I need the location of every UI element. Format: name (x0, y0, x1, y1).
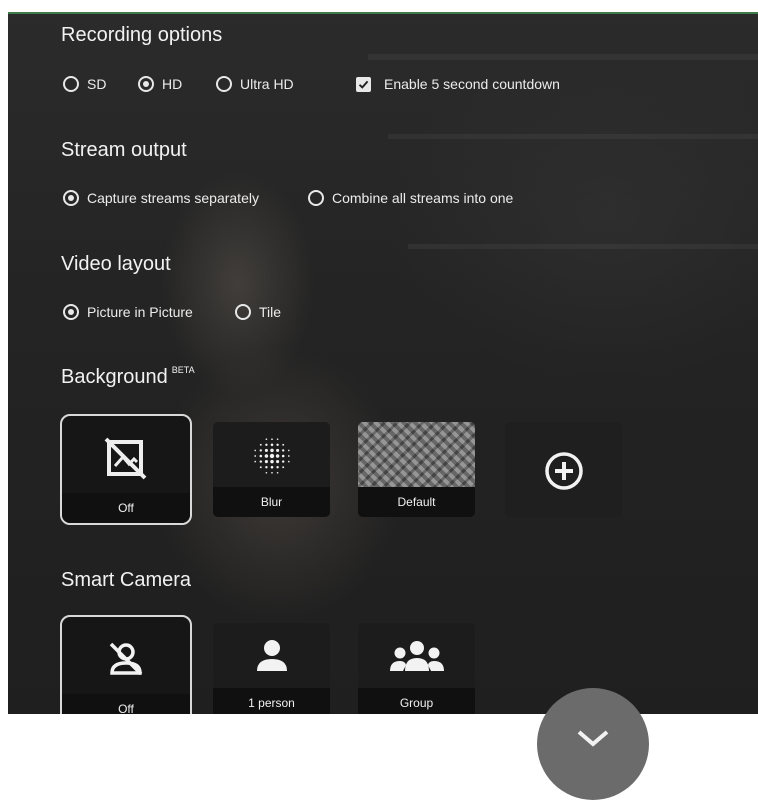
quality-ultra-hd-label: Ultra HD (240, 76, 294, 92)
blur-dots-icon (213, 434, 330, 478)
smart-camera-group-label: Group (358, 688, 475, 716)
smart-camera-group-tile[interactable]: Group (358, 623, 475, 716)
picture-in-picture-radio[interactable]: Picture in Picture (63, 304, 193, 320)
radio-off-icon (216, 76, 232, 92)
combine-streams-label: Combine all streams into one (332, 190, 514, 206)
radio-on-icon (63, 190, 79, 206)
background-shelf (388, 134, 758, 139)
beta-badge: BETA (171, 365, 195, 376)
group-icon (358, 639, 475, 675)
settings-panel: Recording options SD HD Ultra HD Enable … (8, 12, 758, 716)
person-icon (213, 637, 330, 677)
checkmark-icon (356, 76, 371, 92)
countdown-checkbox[interactable]: Enable 5 second countdown (356, 76, 560, 92)
background-shelf (408, 244, 758, 249)
quality-hd-radio[interactable]: HD (138, 76, 182, 92)
default-pattern-thumbnail (358, 422, 475, 487)
radio-off-icon (63, 76, 79, 92)
background-blur-tile[interactable]: Blur (213, 422, 330, 517)
stream-output-heading: Stream output (61, 139, 187, 161)
tile-layout-radio[interactable]: Tile (235, 304, 281, 320)
smart-camera-off-label: Off (62, 694, 190, 716)
add-background-tile[interactable] (505, 422, 622, 517)
radio-off-icon (235, 304, 251, 320)
capture-separately-label: Capture streams separately (87, 190, 259, 206)
background-default-label: Default (358, 487, 475, 517)
chevron-down-icon (577, 730, 609, 747)
capture-separately-radio[interactable]: Capture streams separately (63, 190, 259, 206)
tile-layout-label: Tile (259, 304, 282, 320)
radio-off-icon (308, 190, 324, 206)
no-image-icon (62, 436, 190, 482)
radio-on-icon (138, 76, 154, 92)
video-layout-heading: Video layout (61, 253, 171, 275)
radio-on-icon (63, 304, 79, 320)
add-circle-icon (505, 451, 622, 491)
background-off-label: Off (62, 493, 190, 523)
combine-streams-radio[interactable]: Combine all streams into one (308, 190, 513, 206)
background-off-tile[interactable]: Off (60, 414, 192, 525)
quality-sd-label: SD (87, 76, 107, 92)
background-default-tile[interactable]: Default (358, 422, 475, 517)
background-heading: Background BETA (61, 365, 195, 389)
smart-camera-one-person-label: 1 person (213, 688, 330, 716)
recording-options-heading: Recording options (61, 24, 223, 46)
background-shelf (368, 54, 758, 60)
scroll-down-button[interactable] (537, 688, 649, 800)
smart-camera-off-tile[interactable]: Off (60, 615, 192, 716)
background-blur-label: Blur (213, 487, 330, 517)
countdown-label: Enable 5 second countdown (384, 76, 560, 92)
quality-sd-radio[interactable]: SD (63, 76, 106, 92)
smart-camera-heading: Smart Camera (61, 569, 192, 591)
quality-hd-label: HD (162, 76, 183, 92)
quality-ultra-hd-radio[interactable]: Ultra HD (216, 76, 294, 92)
smart-camera-one-person-tile[interactable]: 1 person (213, 623, 330, 716)
picture-in-picture-label: Picture in Picture (87, 304, 193, 320)
background-heading-text: Background (61, 366, 168, 388)
person-off-icon (62, 639, 190, 679)
